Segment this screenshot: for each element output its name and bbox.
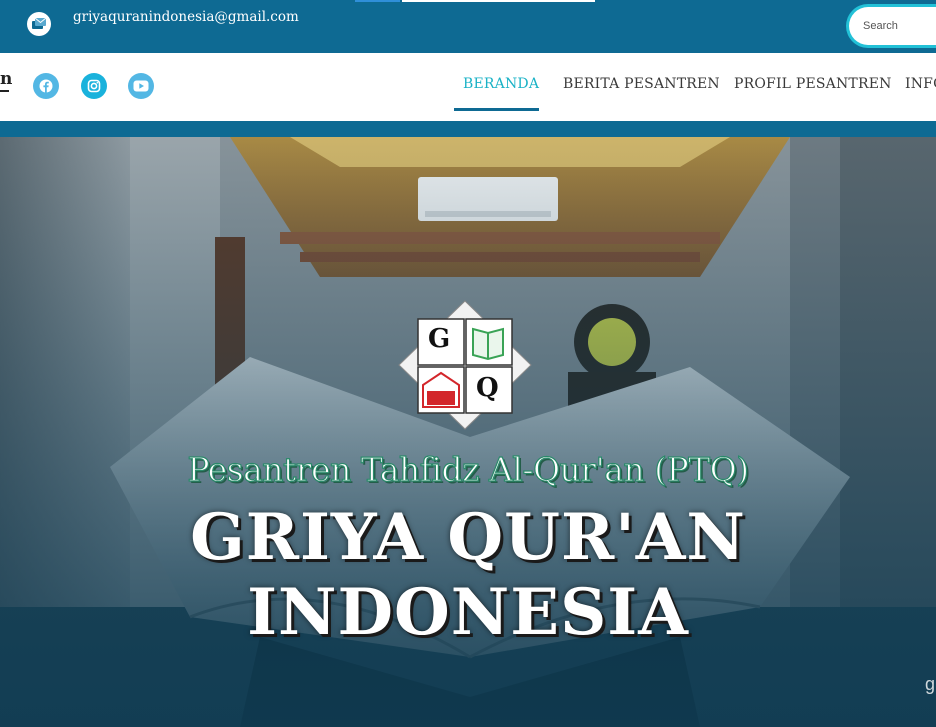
nav-item-profil-pesantren[interactable]: PROFIL PESANTREN <box>734 76 892 92</box>
top-bar: griyaquranindonesia@gmail.com <box>0 0 936 53</box>
instagram-icon[interactable] <box>81 73 107 99</box>
youtube-icon[interactable] <box>128 73 154 99</box>
hero-banner: G Q Pesantren Tahfidz Al-Qur'an (PTQ) GR… <box>0 137 936 727</box>
active-nav-indicator <box>454 108 539 111</box>
main-nav: n BERANDA BERITA PESANTREN PROFIL PESANT… <box>0 53 936 121</box>
ptq-logo <box>398 300 532 430</box>
top-accent-line-white <box>402 0 595 2</box>
hero-title: GRIYA QUR'AN INDONESIA <box>190 500 746 650</box>
corner-watermark: g <box>925 674 936 694</box>
brand-underline <box>0 90 9 92</box>
search-box[interactable] <box>849 7 936 45</box>
nav-divider-bar <box>0 121 936 137</box>
nav-item-berita-pesantren[interactable]: BERITA PESANTREN <box>563 76 720 92</box>
search-input[interactable] <box>863 17 936 35</box>
mail-icon <box>27 12 51 36</box>
top-accent-line <box>355 0 400 2</box>
logo-letter-q: Q <box>476 373 499 403</box>
site-brand[interactable]: n <box>0 69 12 89</box>
nav-item-info[interactable]: INFO <box>905 76 936 92</box>
contact-email[interactable]: griyaquranindonesia@gmail.com <box>73 9 299 25</box>
nav-item-beranda[interactable]: BERANDA <box>463 76 539 92</box>
facebook-icon[interactable] <box>33 73 59 99</box>
hero-tagline: Pesantren Tahfidz Al-Qur'an (PTQ) <box>187 449 750 489</box>
logo-letter-g: G <box>428 324 451 354</box>
